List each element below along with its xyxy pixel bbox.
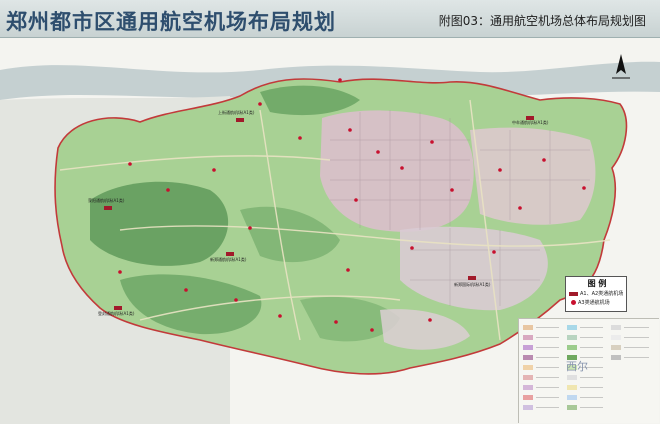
map-legend: 图 例 A1、A2类通航机场 A3类通航机场 [565, 276, 627, 312]
airport-label: 新郑通航机场(A1类) [210, 257, 247, 262]
red-dot-icon [571, 300, 576, 305]
airport-label: 新郑国际机场(A1类) [454, 282, 491, 287]
urban-core [320, 110, 474, 232]
figure-subtitle: 附图03：通用航空机场总体布局规划图 [438, 14, 646, 28]
title-bar: 郑州都市区通用航空机场布局规划 附图03：通用航空机场总体布局规划图 [0, 0, 660, 38]
legend-item-a3: A3类通航机场 [569, 299, 610, 307]
page-title: 郑州都市区通用航空机场布局规划 [6, 10, 336, 34]
legend-item-label: A3类通航机场 [578, 300, 610, 306]
airport-marker [226, 252, 234, 256]
land-use-key [518, 318, 659, 423]
swatch-text-lines [536, 327, 649, 408]
watermark: 西尔 [566, 360, 588, 373]
legend-item-label: A1、A2类通航机场 [580, 291, 624, 297]
airport-label: 荥阳通航机场(A1类) [88, 198, 125, 203]
airport-label: 上街通航机场(A1类) [218, 110, 255, 115]
land-use-swatches [523, 325, 649, 410]
map-canvas: 郑州都市区通用航空机场布局规划 附图03：通用航空机场总体布局规划图 上街通航机… [0, 0, 660, 424]
legend-item-a1a2: A1、A2类通航机场 [569, 290, 623, 298]
airport-marker [468, 276, 476, 280]
airport-marker [236, 118, 244, 122]
airport-marker [114, 306, 122, 310]
north-arrow-icon [612, 54, 630, 79]
forest-zone-west [90, 181, 229, 266]
airport-marker [104, 206, 112, 210]
urban-east [470, 127, 596, 225]
legend-title: 图 例 [587, 279, 607, 288]
airport-label: 中牟通航机场(A1类) [512, 120, 549, 125]
red-rect-icon [569, 291, 578, 296]
airport-label: 登封通航机场(A1类) [98, 311, 135, 316]
